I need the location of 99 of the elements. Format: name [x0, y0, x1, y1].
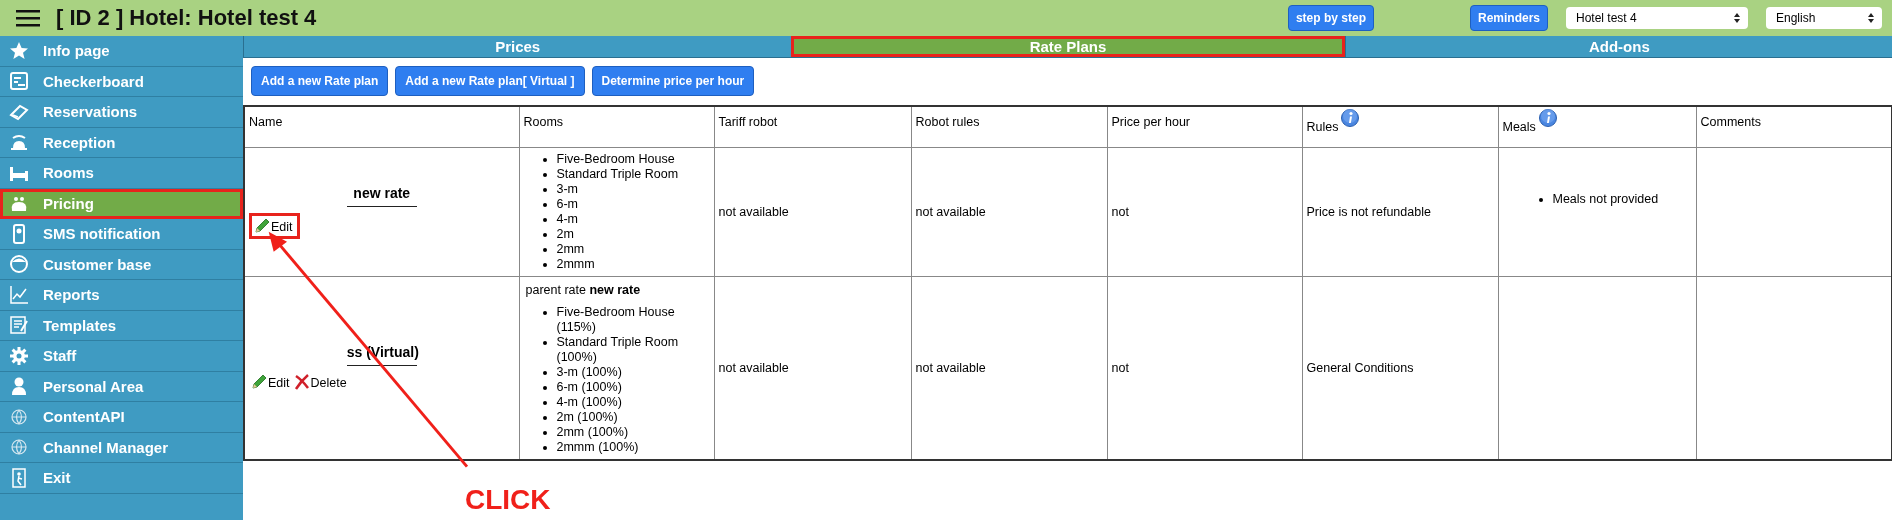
- hotel-dropdown[interactable]: Hotel test 4: [1566, 7, 1748, 29]
- room-item: 2mmm (100%): [556, 440, 639, 455]
- room-item: 3-m: [556, 182, 579, 197]
- gear-icon: [9, 345, 29, 366]
- step-by-step-button[interactable]: step by step: [1287, 5, 1374, 31]
- toolbar-button[interactable]: Determine price per hour: [591, 66, 755, 96]
- globe-icon: [9, 437, 29, 458]
- reminders-button[interactable]: Reminders: [1469, 5, 1548, 31]
- rate-plan-name: new rate: [346, 185, 417, 207]
- bullet-icon: [542, 401, 547, 405]
- table-cell-text: not available: [915, 361, 986, 375]
- column-header: Comments: [1700, 115, 1761, 129]
- sidebar-item[interactable]: Rooms: [0, 158, 243, 189]
- window-title: [ ID 2 ] Hotel: Hotel test 4: [56, 5, 317, 31]
- info-icon: [1341, 109, 1360, 127]
- sidebar-item[interactable]: Info page: [0, 36, 243, 67]
- column-header: Rooms: [523, 115, 564, 129]
- room-item: 2mmm: [556, 257, 595, 272]
- info-icon: [1538, 109, 1557, 127]
- table-cell-text: not available: [718, 361, 789, 375]
- table-cell-text: not available: [718, 205, 789, 219]
- room-item: 2mm (100%): [556, 425, 629, 440]
- bullet-icon: [542, 416, 547, 420]
- sidebar-item[interactable]: Channel Manager: [0, 432, 243, 463]
- table-cell-text: not: [1111, 205, 1129, 219]
- pencil-icon: [254, 218, 270, 234]
- sidebar-item[interactable]: SMS notification: [0, 219, 243, 250]
- room-item: 6-m: [556, 197, 579, 212]
- bullet-icon: [542, 158, 547, 162]
- menu-icon: [16, 9, 40, 27]
- person-icon: [9, 376, 29, 397]
- column-header: Rules: [1306, 120, 1339, 134]
- face-icon: [9, 254, 29, 275]
- sidebar-item[interactable]: Reports: [0, 280, 243, 311]
- bullet-icon: [542, 431, 547, 435]
- cross-icon: [293, 374, 310, 390]
- delete-link[interactable]: Delete: [291, 372, 349, 392]
- board-icon: [9, 71, 29, 92]
- room-item: Standard Triple Room (100%): [556, 335, 680, 365]
- bullet-icon: [542, 263, 547, 267]
- column-header: Robot rules: [915, 115, 980, 129]
- sidebar-item[interactable]: Reception: [0, 127, 243, 158]
- sidebar-item[interactable]: Templates: [0, 310, 243, 341]
- bullet-icon: [542, 446, 547, 450]
- bullet-icon: [542, 371, 547, 375]
- meal-item: Meals not provided: [1552, 192, 1659, 207]
- room-item: 6-m (100%): [556, 380, 622, 395]
- room-item: 2m (100%): [556, 410, 618, 425]
- door-icon: [9, 467, 29, 488]
- sidebar-item[interactable]: ContentAPI: [0, 402, 243, 433]
- language-dropdown[interactable]: English: [1766, 7, 1882, 29]
- table-cell-text: not available: [915, 205, 986, 219]
- sidebar-item[interactable]: Staff: [0, 341, 243, 372]
- bullet-icon: [542, 203, 547, 207]
- bullet-icon: [542, 311, 547, 315]
- bullet-icon: [542, 233, 547, 237]
- globe-icon: [9, 406, 29, 427]
- column-header: Name: [249, 115, 283, 129]
- table-cell-text: Price is not refundable: [1306, 205, 1431, 219]
- sidebar-item[interactable]: Reservations: [0, 97, 243, 128]
- room-item: Five-Bedroom House (115%): [556, 305, 676, 335]
- room-item: Standard Triple Room: [556, 167, 679, 182]
- caret-icon: [1734, 13, 1740, 23]
- toolbar-button[interactable]: Add a new Rate plan[ Virtual ]: [395, 66, 585, 96]
- sidebar-item[interactable]: Customer base: [0, 249, 243, 280]
- room-item: 4-m (100%): [556, 395, 622, 410]
- sidebar-item[interactable]: Personal Area: [0, 371, 243, 402]
- bullet-icon: [542, 218, 547, 222]
- room-item: Five-Bedroom House: [556, 152, 675, 167]
- pencil-icon: [251, 374, 267, 390]
- bullet-icon: [542, 188, 547, 192]
- annotation-label: CLICK: [465, 484, 551, 516]
- column-header: Tariff robot: [718, 115, 778, 129]
- bullet-icon: [1538, 198, 1543, 202]
- room-item: 2m: [556, 227, 574, 242]
- table-cell-text: not: [1111, 361, 1129, 375]
- bell-icon: [9, 132, 29, 153]
- bullet-icon: [542, 248, 547, 252]
- bullet-icon: [542, 386, 547, 390]
- room-item: 4-m: [556, 212, 579, 227]
- chart-icon: [9, 284, 29, 305]
- star-icon: [9, 40, 29, 61]
- caret-icon: [1868, 13, 1874, 23]
- table-cell-text: General Conditions: [1306, 361, 1414, 375]
- parent-rate-text: parent rate new rate: [525, 283, 642, 297]
- sidebar-item[interactable]: Exit: [0, 463, 243, 494]
- column-header: Price per hour: [1111, 115, 1190, 129]
- room-item: 2mm: [556, 242, 585, 257]
- bullet-icon: [542, 173, 547, 177]
- edit-link[interactable]: Edit: [249, 372, 292, 392]
- column-header: Meals: [1502, 120, 1536, 134]
- tab[interactable]: Add-ons: [1344, 36, 1892, 57]
- room-item: 3-m (100%): [556, 365, 622, 380]
- sidebar-item[interactable]: Pricing: [0, 188, 243, 219]
- tab[interactable]: Rate Plans: [791, 36, 1345, 57]
- toolbar-button[interactable]: Add a new Rate plan: [251, 66, 389, 96]
- bullet-icon: [542, 341, 547, 345]
- document-icon: [9, 315, 29, 336]
- sidebar-item[interactable]: Checkerboard: [0, 66, 243, 97]
